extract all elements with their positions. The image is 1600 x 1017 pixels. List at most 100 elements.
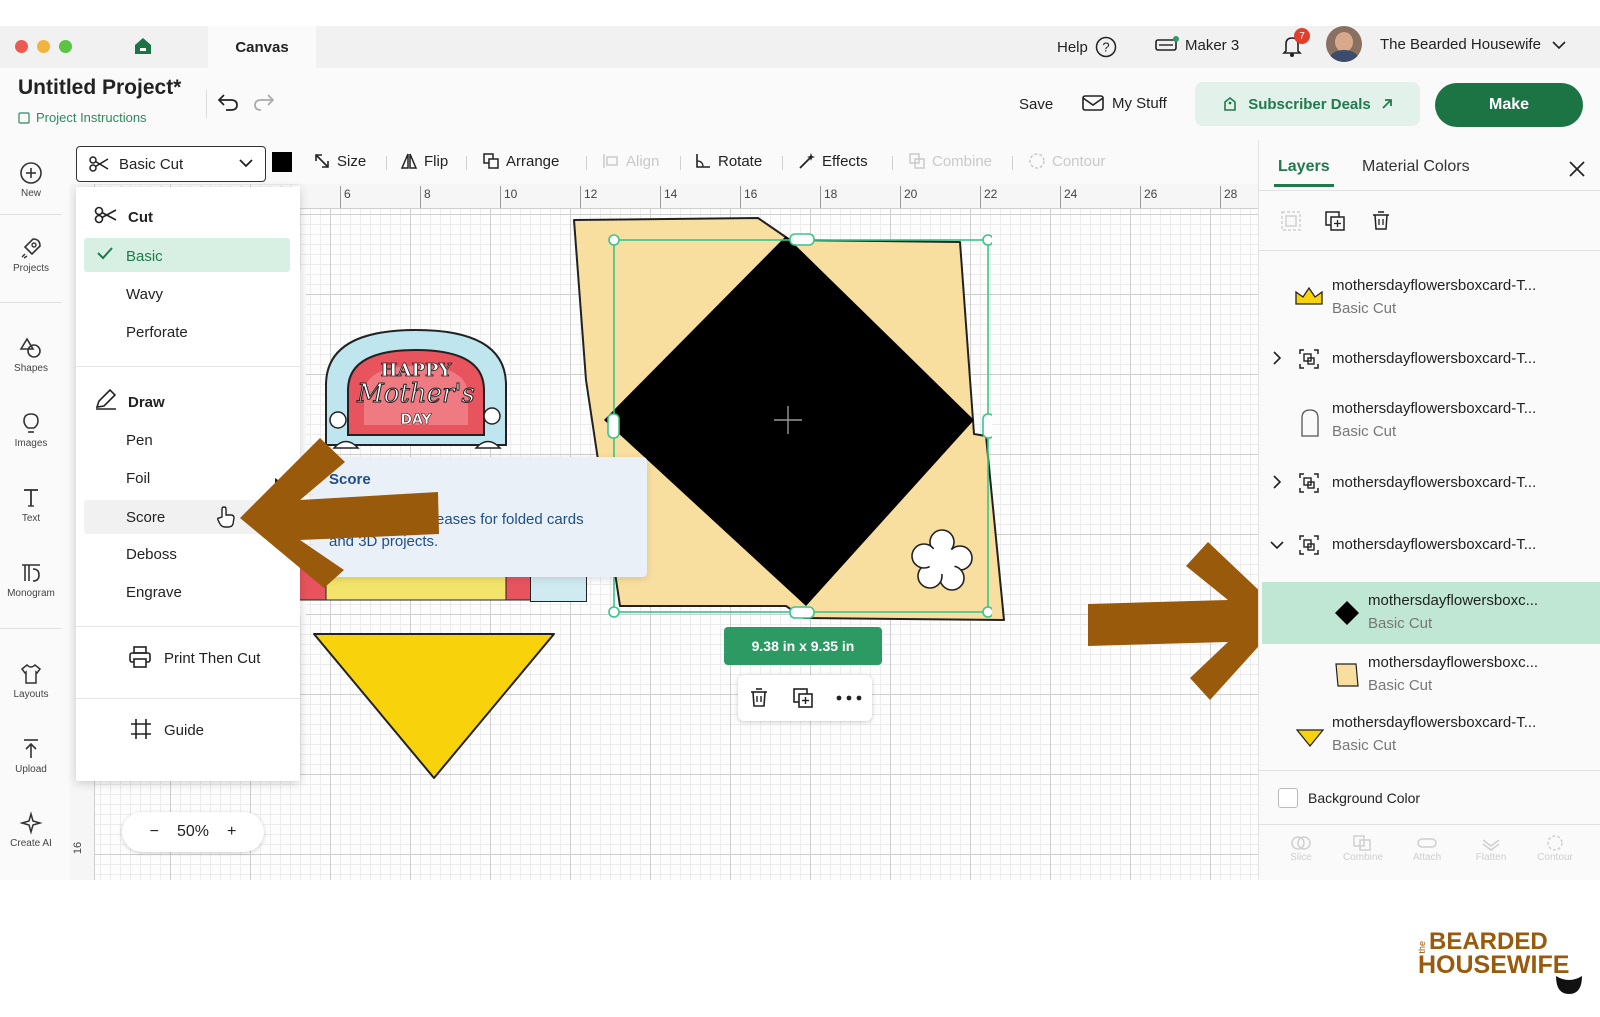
layer-name[interactable]: mothersdayflowersboxcard-T... <box>1332 474 1536 491</box>
header-divider <box>206 90 207 118</box>
undo-icon[interactable] <box>216 92 240 112</box>
duplicate-layer-icon[interactable] <box>1324 210 1346 232</box>
project-title[interactable]: Untitled Project* <box>18 76 181 100</box>
zoom-in-button[interactable]: + <box>227 823 236 841</box>
svg-text:?: ? <box>1102 40 1109 55</box>
menu-header-cut: Cut <box>128 209 153 226</box>
machine-selector[interactable]: Maker 3 <box>1155 36 1239 54</box>
minimize-window-button[interactable] <box>37 40 50 53</box>
background-color-checkbox[interactable] <box>1278 788 1298 808</box>
size-tool[interactable]: Size <box>313 152 366 170</box>
sidebar-item-new[interactable]: New <box>0 161 62 199</box>
gift-tag-icon <box>1224 96 1237 111</box>
avatar[interactable] <box>1326 26 1362 62</box>
ruler-tick-label: 22 <box>984 187 998 201</box>
more-options-icon[interactable] <box>836 695 862 701</box>
contour-action-icon[interactable] <box>1544 834 1566 852</box>
sidebar-item-shapes[interactable]: Shapes <box>0 336 62 374</box>
menu-item-deboss[interactable]: Deboss <box>126 546 177 563</box>
group-layer-icon <box>1298 348 1320 370</box>
combine-tool[interactable]: Combine <box>908 152 992 170</box>
redo-icon[interactable] <box>252 92 276 112</box>
sidebar-item-upload[interactable]: Upload <box>0 737 62 775</box>
rotate-tool[interactable]: Rotate <box>694 152 762 170</box>
subscriber-deals-label: Subscriber Deals <box>1248 95 1371 113</box>
sidebar-item-images[interactable]: Images <box>0 411 62 449</box>
close-window-button[interactable] <box>15 40 28 53</box>
zoom-out-button[interactable]: − <box>150 823 159 841</box>
slice-icon[interactable] <box>1290 834 1312 852</box>
notifications-button[interactable]: 7 <box>1280 28 1310 58</box>
notification-badge: 7 <box>1294 28 1310 44</box>
sidebar-item-projects[interactable]: Projects <box>0 236 62 274</box>
sidebar-label-layouts: Layouts <box>13 689 49 700</box>
panel-divider <box>1258 250 1600 251</box>
layer-thumbnail-diamond <box>1334 600 1360 626</box>
selection-box[interactable] <box>600 232 992 620</box>
make-button[interactable]: Make <box>1435 83 1583 127</box>
menu-item-foil[interactable]: Foil <box>126 470 150 487</box>
layer-name[interactable]: mothersdayflowersboxcard-T... <box>1332 350 1536 367</box>
sidebar-item-layouts[interactable]: Layouts <box>0 662 62 700</box>
user-menu[interactable]: The Bearded Housewife <box>1380 36 1567 53</box>
subscriber-deals-button[interactable]: Subscriber Deals <box>1195 82 1420 126</box>
layer-name[interactable]: mothersdayflowersboxcard-T... <box>1332 277 1536 294</box>
menu-item-print-then-cut[interactable]: Print Then Cut <box>164 650 260 667</box>
delete-layer-icon[interactable] <box>1370 210 1392 232</box>
maximize-window-button[interactable] <box>59 40 72 53</box>
ruler-tick <box>740 186 741 208</box>
menu-item-guide[interactable]: Guide <box>164 722 204 739</box>
layer-name[interactable]: mothersdayflowersboxcard-T... <box>1332 536 1536 553</box>
chevron-right-icon[interactable] <box>1272 475 1282 489</box>
project-instructions-link[interactable]: Project Instructions <box>36 110 147 125</box>
save-button[interactable]: Save <box>1019 96 1053 113</box>
panel-divider <box>1258 824 1600 825</box>
flip-tool[interactable]: Flip <box>400 152 448 170</box>
help-label: Help <box>1057 38 1088 56</box>
combine-action-icon[interactable] <box>1352 834 1374 852</box>
close-icon[interactable] <box>1568 160 1586 178</box>
active-tab-indicator <box>1274 184 1334 187</box>
layer-name[interactable]: mothersdayflowersboxc... <box>1368 654 1538 671</box>
arrange-icon <box>483 153 499 169</box>
sidebar-item-monogram[interactable]: Monogram <box>0 561 62 599</box>
menu-item-perforate[interactable]: Perforate <box>126 324 188 341</box>
upload-icon <box>24 739 38 758</box>
tab-layers[interactable]: Layers <box>1278 158 1330 176</box>
my-stuff-button[interactable]: My Stuff <box>1082 94 1167 112</box>
yellow-triangle[interactable] <box>312 632 556 782</box>
effects-tool[interactable]: Effects <box>798 152 868 170</box>
rocket-icon <box>21 238 41 259</box>
annotation-arrow-left <box>240 438 439 588</box>
duplicate-icon[interactable] <box>792 687 814 709</box>
contour-tool[interactable]: Contour <box>1028 152 1105 170</box>
layer-name[interactable]: mothersdayflowersboxcard-T... <box>1332 400 1536 417</box>
sidebar-label-new: New <box>20 188 41 199</box>
menu-item-pen[interactable]: Pen <box>126 432 153 449</box>
chevron-down-icon <box>1552 40 1566 49</box>
help-button[interactable]: Help ? <box>1057 36 1117 58</box>
layer-name: mothersdayflowersboxc... <box>1368 592 1539 609</box>
arrange-tool[interactable]: Arrange <box>482 152 559 170</box>
group-icon[interactable] <box>1280 210 1302 232</box>
flatten-icon[interactable] <box>1480 834 1502 852</box>
hand-cursor-icon <box>216 506 236 528</box>
trash-icon[interactable] <box>748 687 770 709</box>
chevron-down-icon[interactable] <box>1270 540 1284 550</box>
sidebar-item-text[interactable]: Text <box>0 486 62 524</box>
flatten-label: Flatten <box>1475 852 1507 863</box>
menu-item-basic[interactable] <box>84 238 290 272</box>
menu-item-wavy[interactable]: Wavy <box>126 286 163 303</box>
sidebar-label-create-ai: Create AI <box>10 838 52 849</box>
chevron-right-icon[interactable] <box>1272 351 1282 365</box>
align-tool[interactable]: Align <box>602 152 659 170</box>
sidebar-item-create-ai[interactable]: Create AI <box>0 811 62 849</box>
attach-icon[interactable] <box>1416 834 1438 852</box>
home-icon[interactable] <box>133 36 153 56</box>
layer-name[interactable]: mothersdayflowersboxcard-T... <box>1332 714 1536 731</box>
tab-canvas[interactable]: Canvas <box>208 26 316 68</box>
tab-material-colors[interactable]: Material Colors <box>1362 158 1470 176</box>
operation-dropdown[interactable]: Basic Cut <box>76 146 266 182</box>
color-swatch[interactable] <box>272 152 292 172</box>
menu-item-engrave[interactable]: Engrave <box>126 584 182 601</box>
